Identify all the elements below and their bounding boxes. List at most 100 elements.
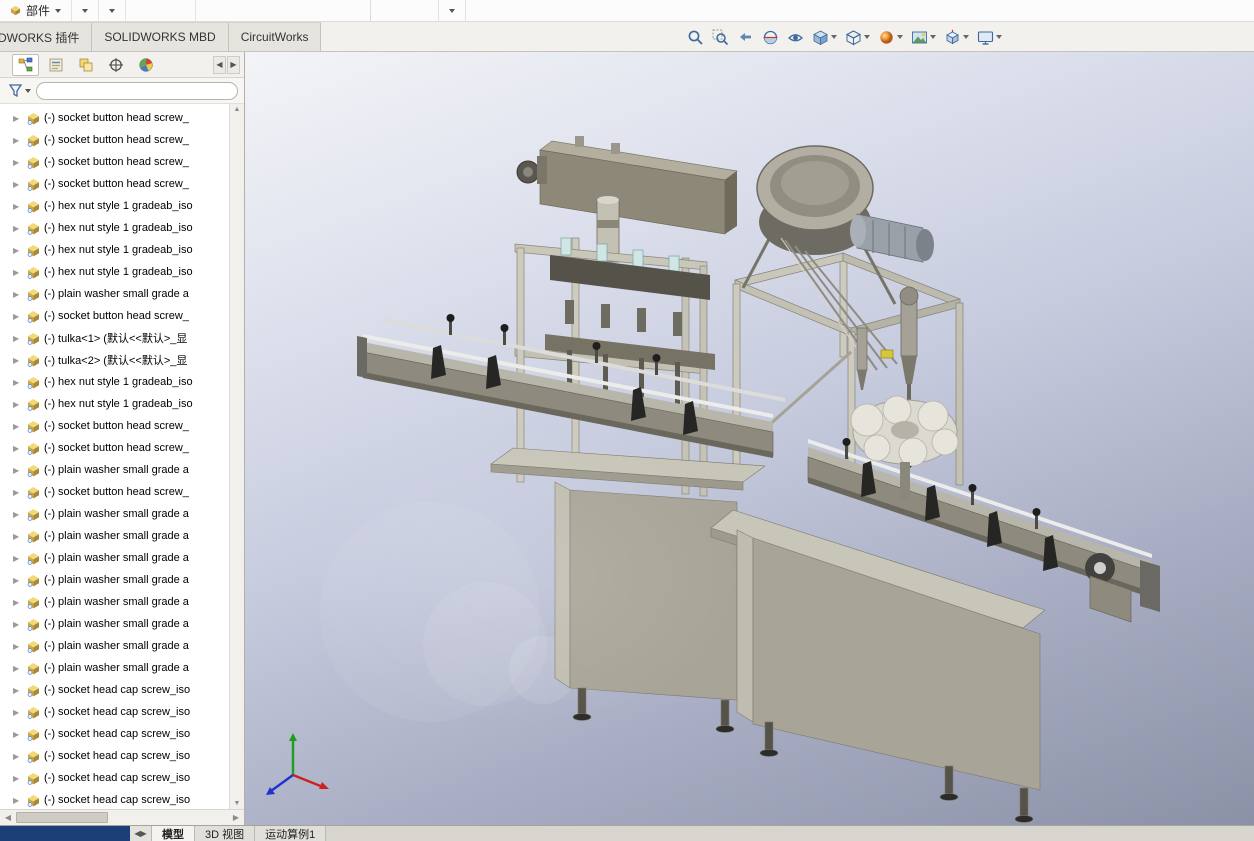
expand-arrow-icon[interactable]: ▶ bbox=[13, 510, 23, 519]
zoom-to-fit-icon[interactable] bbox=[685, 27, 706, 48]
panel-tab-scroll-left[interactable]: ◀ bbox=[213, 56, 226, 74]
tree-item[interactable]: ▶ (-) socket button head screw_ bbox=[0, 151, 229, 173]
tree-item[interactable]: ▶ (-) socket button head screw_ bbox=[0, 305, 229, 327]
tree-item[interactable]: ▶ (-) plain washer small grade a bbox=[0, 503, 229, 525]
tab-model[interactable]: 模型 bbox=[152, 826, 195, 841]
tab-displaymanager[interactable] bbox=[132, 54, 159, 76]
expand-arrow-icon[interactable]: ▶ bbox=[13, 202, 23, 211]
tree-horizontal-scrollbar[interactable]: ◀ ▶ bbox=[0, 809, 244, 825]
tab-propertymanager[interactable] bbox=[42, 54, 69, 76]
scroll-down-icon[interactable]: ▼ bbox=[234, 800, 241, 807]
expand-arrow-icon[interactable]: ▶ bbox=[13, 774, 23, 783]
filter-funnel-icon[interactable] bbox=[8, 83, 31, 98]
tree-item[interactable]: ▶ (-) tulka<2> (默认<<默认>_显 bbox=[0, 349, 229, 371]
tree-item[interactable]: ▶ (-) socket button head screw_ bbox=[0, 415, 229, 437]
scroll-left-icon[interactable]: ◀ bbox=[0, 810, 16, 825]
tree-vertical-scrollbar[interactable]: ▲ ▼ bbox=[229, 104, 244, 809]
tree-item[interactable]: ▶ (-) plain washer small grade a bbox=[0, 635, 229, 657]
tab-dimxpertmanager[interactable] bbox=[102, 54, 129, 76]
expand-arrow-icon[interactable]: ▶ bbox=[13, 444, 23, 453]
expand-arrow-icon[interactable]: ▶ bbox=[13, 708, 23, 717]
section-view-icon[interactable] bbox=[760, 27, 781, 48]
graphics-viewport[interactable] bbox=[245, 52, 1254, 825]
expand-arrow-icon[interactable]: ▶ bbox=[13, 378, 23, 387]
tree-item[interactable]: ▶ (-) hex nut style 1 gradeab_iso bbox=[0, 239, 229, 261]
tab-circuitworks[interactable]: CircuitWorks bbox=[229, 22, 322, 51]
scroll-up-icon[interactable]: ▲ bbox=[234, 106, 241, 113]
annotation-views-icon[interactable] bbox=[785, 27, 806, 48]
expand-arrow-icon[interactable]: ▶ bbox=[13, 224, 23, 233]
toolbar-dropdown-2[interactable] bbox=[99, 0, 126, 21]
tree-item[interactable]: ▶ (-) plain washer small grade a bbox=[0, 547, 229, 569]
view-settings-icon[interactable] bbox=[975, 27, 1004, 48]
expand-arrow-icon[interactable]: ▶ bbox=[13, 268, 23, 277]
toolbar-dropdown-3[interactable] bbox=[439, 0, 466, 21]
tree-item[interactable]: ▶ (-) socket head cap screw_iso bbox=[0, 767, 229, 789]
tree-item[interactable]: ▶ (-) socket head cap screw_iso bbox=[0, 679, 229, 701]
expand-arrow-icon[interactable]: ▶ bbox=[13, 312, 23, 321]
tree-item[interactable]: ▶ (-) socket button head screw_ bbox=[0, 129, 229, 151]
expand-arrow-icon[interactable]: ▶ bbox=[13, 554, 23, 563]
tree-item[interactable]: ▶ (-) socket button head screw_ bbox=[0, 437, 229, 459]
expand-arrow-icon[interactable]: ▶ bbox=[13, 664, 23, 673]
apply-scene-icon[interactable] bbox=[909, 27, 938, 48]
tree-item[interactable]: ▶ (-) plain washer small grade a bbox=[0, 613, 229, 635]
model-tab-scroll-icons[interactable]: ◀▶ bbox=[130, 826, 152, 841]
tree-item[interactable]: ▶ (-) socket button head screw_ bbox=[0, 481, 229, 503]
view-orientation-icon[interactable] bbox=[942, 27, 971, 48]
previous-view-icon[interactable] bbox=[735, 27, 756, 48]
display-style-icon[interactable] bbox=[810, 27, 839, 48]
scroll-right-icon[interactable]: ▶ bbox=[228, 810, 244, 825]
tree-filter-input[interactable] bbox=[36, 82, 238, 100]
panel-tab-scroll-right[interactable]: ▶ bbox=[227, 56, 240, 74]
component-menu[interactable]: 部件 bbox=[0, 0, 72, 21]
expand-arrow-icon[interactable]: ▶ bbox=[13, 466, 23, 475]
expand-arrow-icon[interactable]: ▶ bbox=[13, 356, 23, 365]
tree-item[interactable]: ▶ (-) hex nut style 1 gradeab_iso bbox=[0, 261, 229, 283]
expand-arrow-icon[interactable]: ▶ bbox=[13, 752, 23, 761]
tab-featuremanager-design-tree[interactable] bbox=[12, 54, 39, 76]
expand-arrow-icon[interactable]: ▶ bbox=[13, 730, 23, 739]
tree-item[interactable]: ▶ (-) socket head cap screw_iso bbox=[0, 723, 229, 745]
expand-arrow-icon[interactable]: ▶ bbox=[13, 598, 23, 607]
tab-3d-views[interactable]: 3D 视图 bbox=[195, 826, 255, 841]
tree-item[interactable]: ▶ (-) plain washer small grade a bbox=[0, 569, 229, 591]
tab-motion-study-1[interactable]: 运动算例1 bbox=[255, 826, 326, 841]
expand-arrow-icon[interactable]: ▶ bbox=[13, 246, 23, 255]
tree-item[interactable]: ▶ (-) plain washer small grade a bbox=[0, 657, 229, 679]
tree-item[interactable]: ▶ (-) socket head cap screw_iso bbox=[0, 789, 229, 809]
tree-item[interactable]: ▶ (-) socket button head screw_ bbox=[0, 173, 229, 195]
expand-arrow-icon[interactable]: ▶ bbox=[13, 180, 23, 189]
tree-item[interactable]: ▶ (-) plain washer small grade a bbox=[0, 525, 229, 547]
scrollbar-thumb[interactable] bbox=[16, 812, 108, 823]
tree-item[interactable]: ▶ (-) hex nut style 1 gradeab_iso bbox=[0, 217, 229, 239]
expand-arrow-icon[interactable]: ▶ bbox=[13, 532, 23, 541]
tree-item[interactable]: ▶ (-) socket head cap screw_iso bbox=[0, 701, 229, 723]
expand-arrow-icon[interactable]: ▶ bbox=[13, 114, 23, 123]
tab-configurationmanager[interactable] bbox=[72, 54, 99, 76]
tree-item[interactable]: ▶ (-) socket button head screw_ bbox=[0, 107, 229, 129]
tree-item[interactable]: ▶ (-) hex nut style 1 gradeab_iso bbox=[0, 393, 229, 415]
tab-solidworks-addins[interactable]: DWORKS 插件 bbox=[0, 22, 92, 51]
tree-item[interactable]: ▶ (-) plain washer small grade a bbox=[0, 591, 229, 613]
tree-item[interactable]: ▶ (-) plain washer small grade a bbox=[0, 459, 229, 481]
expand-arrow-icon[interactable]: ▶ bbox=[13, 290, 23, 299]
expand-arrow-icon[interactable]: ▶ bbox=[13, 158, 23, 167]
expand-arrow-icon[interactable]: ▶ bbox=[13, 576, 23, 585]
tree-item[interactable]: ▶ (-) hex nut style 1 gradeab_iso bbox=[0, 195, 229, 217]
toolbar-dropdown-1[interactable] bbox=[72, 0, 99, 21]
expand-arrow-icon[interactable]: ▶ bbox=[13, 136, 23, 145]
hide-show-items-icon[interactable] bbox=[843, 27, 872, 48]
expand-arrow-icon[interactable]: ▶ bbox=[13, 686, 23, 695]
expand-arrow-icon[interactable]: ▶ bbox=[13, 488, 23, 497]
zoom-to-area-icon[interactable] bbox=[710, 27, 731, 48]
tree-item[interactable]: ▶ (-) tulka<1> (默认<<默认>_显 bbox=[0, 327, 229, 349]
expand-arrow-icon[interactable]: ▶ bbox=[13, 620, 23, 629]
tree-item[interactable]: ▶ (-) plain washer small grade a bbox=[0, 283, 229, 305]
expand-arrow-icon[interactable]: ▶ bbox=[13, 400, 23, 409]
expand-arrow-icon[interactable]: ▶ bbox=[13, 334, 23, 343]
edit-appearance-icon[interactable] bbox=[876, 27, 905, 48]
expand-arrow-icon[interactable]: ▶ bbox=[13, 422, 23, 431]
expand-arrow-icon[interactable]: ▶ bbox=[13, 642, 23, 651]
tree-item[interactable]: ▶ (-) socket head cap screw_iso bbox=[0, 745, 229, 767]
